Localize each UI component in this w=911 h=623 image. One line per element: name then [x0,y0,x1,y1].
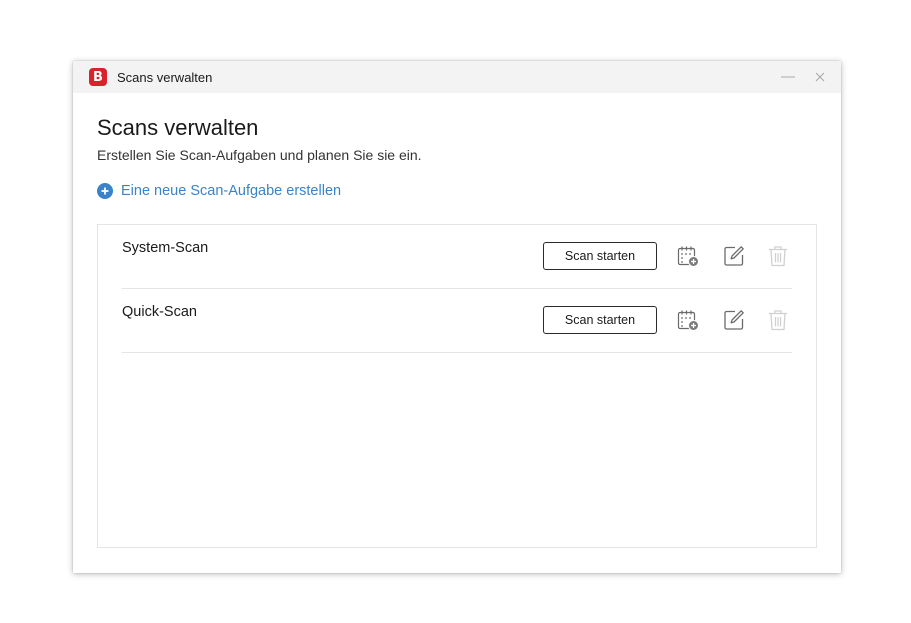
calendar-plus-icon [677,246,699,267]
scan-row-system: System-Scan Scan starten [122,225,792,289]
schedule-scan-button[interactable] [676,244,700,268]
schedule-scan-button[interactable] [676,308,700,332]
scan-list: System-Scan Scan starten Quick-Scan Scan… [97,224,817,548]
page-title: Scans verwalten [97,115,259,140]
close-button[interactable] [811,68,829,86]
create-scan-link[interactable]: Eine neue Scan-Aufgabe erstellen [97,183,817,199]
start-scan-button[interactable]: Scan starten [543,306,657,334]
close-icon [815,72,825,82]
main-content: Scans verwalten Erstellen Sie Scan-Aufga… [73,93,841,199]
edit-scan-button[interactable] [722,244,746,268]
title-bar: B Scans verwalten [73,61,841,93]
scans-window: B Scans verwalten Scans verwalten Erstel… [73,61,841,573]
plus-circle-icon [97,183,113,199]
trash-icon [769,246,787,267]
edit-icon [724,246,744,266]
app-logo-letter: B [93,69,103,85]
minimize-icon [781,76,795,78]
edit-scan-button[interactable] [722,308,746,332]
page-subtitle: Erstellen Sie Scan-Aufgaben und planen S… [97,147,422,163]
scan-name: Quick-Scan [122,304,197,320]
trash-icon [769,310,787,331]
calendar-plus-icon [677,310,699,331]
window-controls [779,61,829,93]
start-scan-button[interactable]: Scan starten [543,242,657,270]
app-logo-icon: B [89,68,107,86]
edit-icon [724,310,744,330]
delete-scan-button[interactable] [766,308,790,332]
minimize-button[interactable] [779,68,797,86]
window-title: Scans verwalten [117,69,213,85]
scan-row-quick: Quick-Scan Scan starten [122,289,792,353]
create-scan-label: Eine neue Scan-Aufgabe erstellen [121,183,342,199]
delete-scan-button[interactable] [766,244,790,268]
scan-name: System-Scan [122,240,209,256]
